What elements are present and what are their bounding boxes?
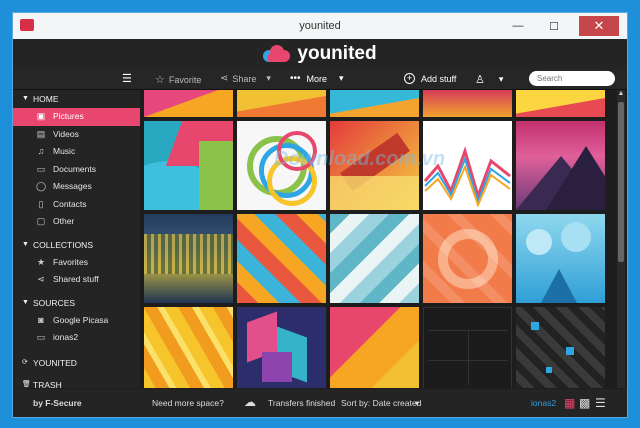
scrollbar[interactable]: ▲ xyxy=(617,90,625,388)
current-user[interactable]: ionas2 xyxy=(531,398,556,408)
cloud-icon: ☁ xyxy=(244,395,256,409)
section-collections[interactable]: ▼ COLLECTIONS xyxy=(13,236,140,254)
list-view-icon[interactable]: ☰ xyxy=(595,396,606,410)
section-younited[interactable]: ⟳ YOUNITED xyxy=(13,354,140,372)
share-icon: ⋖ xyxy=(37,274,45,284)
sidebar-item-favorites[interactable]: ★ Favorites xyxy=(13,254,140,272)
sidebar-item-shared-stuff[interactable]: ⋖ Shared stuff xyxy=(13,271,140,289)
sidebar: ▼ HOME ▣ Pictures ▤ Videos ♫ Music ▭ Document… xyxy=(13,90,140,390)
sidebar-item-documents[interactable]: ▭ Documents xyxy=(13,161,140,179)
watermark: Download.com.vn xyxy=(274,148,446,170)
sidebar-item-google-picasa[interactable]: ◙ Google Picasa xyxy=(13,312,140,330)
photo-tile[interactable] xyxy=(516,214,605,303)
photo-tile[interactable] xyxy=(330,307,419,388)
photo-tile[interactable] xyxy=(516,307,605,388)
app-header: younited xyxy=(13,39,627,69)
cloud-logo-icon xyxy=(263,45,291,63)
file-icon: ▢ xyxy=(36,216,46,226)
photo-tile[interactable] xyxy=(516,90,605,117)
photo-tile[interactable] xyxy=(330,90,419,117)
music-note-icon: ♫ xyxy=(37,146,45,156)
plus-circle-icon: + xyxy=(404,73,415,84)
photo-tile[interactable] xyxy=(144,121,233,210)
toolbar: ☰ ☆ Favorite ⋖ Share ▾ ••• More ▾ + Add … xyxy=(13,69,627,90)
scroll-up-arrow[interactable]: ▲ xyxy=(617,90,625,97)
sidebar-item-music[interactable]: ♫ Music xyxy=(13,143,140,161)
photo-tile[interactable] xyxy=(237,90,326,117)
photo-tile[interactable] xyxy=(330,214,419,303)
more-button[interactable]: ••• More ▾ xyxy=(290,73,344,84)
photo-tile[interactable] xyxy=(144,214,233,303)
favorite-button[interactable]: ☆ Favorite xyxy=(155,73,201,86)
photo-tile[interactable] xyxy=(144,90,233,117)
sidebar-item-messages[interactable]: ◯ Messages xyxy=(13,178,140,196)
fsecure-brand: by F-Secure xyxy=(33,398,82,408)
photo-tile[interactable] xyxy=(423,214,512,303)
sidebar-item-contacts[interactable]: ▯ Contacts xyxy=(13,196,140,214)
account-button[interactable]: ♙ ▾ xyxy=(475,73,503,86)
sidebar-item-other[interactable]: ▢ Other xyxy=(13,213,140,231)
chevron-down-icon: ▾ xyxy=(266,73,271,83)
sync-icon: ⟳ xyxy=(22,358,28,366)
film-icon: ▤ xyxy=(36,128,46,139)
section-home[interactable]: ▼ HOME xyxy=(13,90,140,108)
share-icon: ⋖ xyxy=(220,73,229,84)
share-button[interactable]: ⋖ Share ▾ xyxy=(220,73,271,84)
star-icon: ☆ xyxy=(155,74,165,86)
scroll-thumb[interactable] xyxy=(618,102,624,262)
star-icon: ★ xyxy=(36,256,46,267)
chevron-down-icon: ▾ xyxy=(339,73,344,83)
sidebar-item-videos[interactable]: ▤ Videos xyxy=(13,126,140,144)
search-input[interactable] xyxy=(529,71,615,86)
sidebar-item-pictures[interactable]: ▣ Pictures xyxy=(13,108,140,126)
document-icon: ▭ xyxy=(36,163,46,174)
brand-name: younited xyxy=(297,43,377,64)
sidebar-item-ionas2[interactable]: ▭ ionas2 xyxy=(13,329,140,347)
photo-grid: Download.com.vn xyxy=(144,90,619,388)
user-icon: ♙ xyxy=(475,74,485,86)
transfer-status: Transfers finished xyxy=(268,398,336,408)
tile-view-icon[interactable]: ▩ xyxy=(579,396,590,410)
photo-tile[interactable] xyxy=(516,121,605,210)
brand-logo: younited xyxy=(263,43,377,65)
grid-view-icon[interactable]: ▦ xyxy=(564,396,575,410)
speech-bubble-icon: ◯ xyxy=(35,181,47,191)
picasa-icon: ◙ xyxy=(38,314,44,325)
photo-tile[interactable] xyxy=(237,307,326,388)
title-bar: younited — ☐ ✕ xyxy=(13,13,627,39)
photo-tile[interactable] xyxy=(144,307,233,388)
add-stuff-button[interactable]: + Add stuff xyxy=(404,73,456,84)
dots-icon: ••• xyxy=(290,73,301,84)
photo-tile[interactable] xyxy=(237,214,326,303)
hamburger-icon: ☰ xyxy=(122,73,132,85)
minimize-button[interactable]: — xyxy=(507,16,529,36)
chevron-down-icon: ▾ xyxy=(498,74,504,84)
image-icon: ▣ xyxy=(36,111,46,121)
photo-tile[interactable] xyxy=(423,90,512,117)
menu-button[interactable]: ☰ xyxy=(122,72,132,85)
photo-tile[interactable] xyxy=(423,307,512,388)
section-sources[interactable]: ▼ SOURCES xyxy=(13,294,140,312)
status-bar: by F-Secure Need more space? ☁ Transfers… xyxy=(13,389,627,417)
need-space-link[interactable]: Need more space? xyxy=(152,398,224,408)
close-button[interactable]: ✕ xyxy=(579,16,619,36)
chevron-down-icon[interactable]: ▾ xyxy=(415,398,419,409)
app-window: younited — ☐ ✕ younited ☰ ☆ Favorite ⋖ S… xyxy=(12,12,628,418)
sort-dropdown[interactable]: Sort by: Date created xyxy=(341,398,421,408)
computer-icon: ▭ xyxy=(36,332,46,342)
contact-card-icon: ▯ xyxy=(38,198,44,209)
maximize-button[interactable]: ☐ xyxy=(543,16,565,36)
